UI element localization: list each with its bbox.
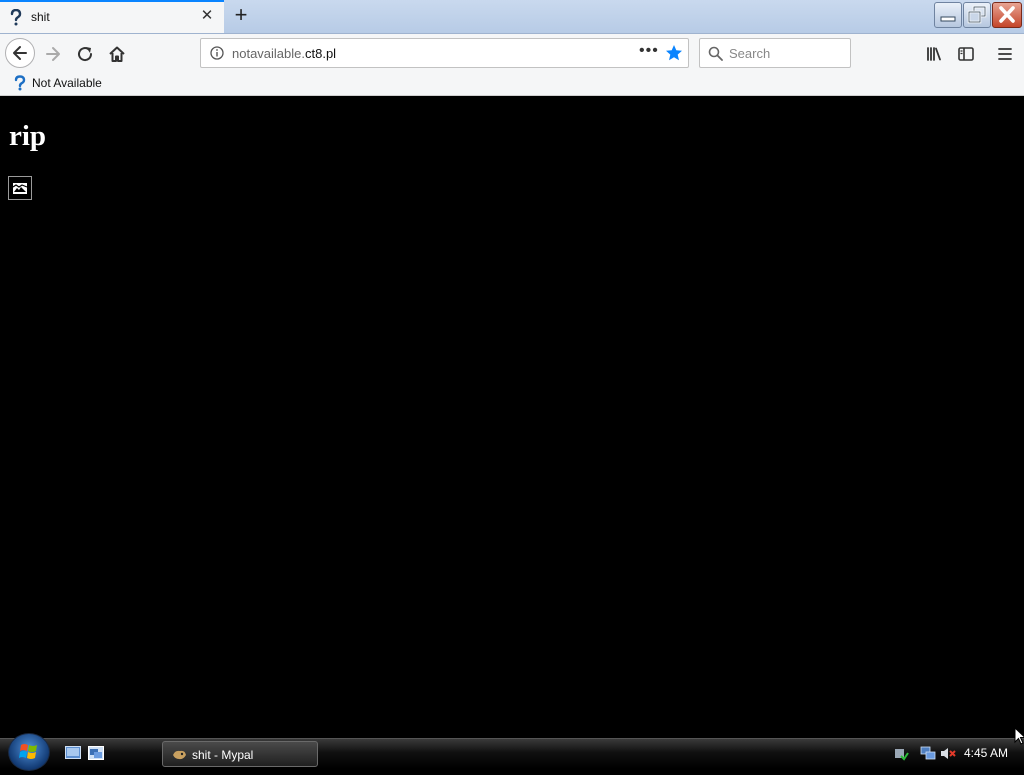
navigation-toolbar: notavailable.ct8.pl ••• — [0, 34, 1024, 72]
switch-windows-icon[interactable] — [88, 746, 104, 760]
title-bar: shit ✕ + — [0, 0, 1024, 34]
back-button[interactable] — [5, 38, 35, 68]
mouse-cursor-icon — [1014, 727, 1024, 745]
forward-arrow-icon — [46, 47, 60, 61]
minimize-button[interactable] — [934, 2, 962, 28]
taskbar-item-mypal[interactable]: shit - Mypal — [162, 741, 318, 767]
url-bar[interactable]: notavailable.ct8.pl ••• — [200, 38, 689, 68]
menu-button[interactable] — [991, 40, 1019, 68]
back-arrow-icon — [13, 46, 27, 60]
close-window-button[interactable] — [992, 2, 1022, 28]
home-icon — [109, 46, 125, 62]
web-page-content: rip — [0, 96, 1024, 738]
url-text[interactable]: notavailable.ct8.pl — [232, 46, 336, 61]
taskbar-item-label: shit - Mypal — [192, 748, 254, 762]
restore-icon — [967, 5, 987, 24]
new-tab-button[interactable]: + — [230, 4, 252, 27]
question-mark-icon — [14, 75, 26, 91]
sidebar-icon — [958, 47, 974, 61]
url-host: ct8.pl — [305, 46, 337, 61]
volume-muted-icon[interactable] — [940, 746, 956, 761]
reload-icon — [78, 47, 93, 62]
window-controls — [934, 2, 1022, 30]
hamburger-menu-icon — [998, 48, 1012, 60]
start-button[interactable] — [8, 733, 50, 771]
question-mark-icon — [10, 9, 22, 26]
taskbar: shit - Mypal 4:45 AM — [0, 733, 1024, 771]
network-icon[interactable] — [920, 746, 936, 761]
bookmark-item[interactable]: Not Available — [13, 74, 102, 92]
bookmark-label: Not Available — [32, 76, 102, 90]
page-heading: rip — [9, 120, 47, 152]
reload-button[interactable] — [71, 40, 99, 68]
library-button[interactable] — [920, 40, 948, 68]
info-icon[interactable] — [210, 46, 224, 60]
minimize-icon — [940, 16, 956, 22]
system-clock[interactable]: 4:45 AM — [964, 746, 1008, 760]
url-prefix: notavailable. — [232, 46, 305, 61]
search-icon — [708, 46, 723, 61]
safely-remove-hardware-icon[interactable] — [893, 746, 909, 761]
close-icon — [999, 6, 1015, 23]
restore-button[interactable] — [963, 2, 991, 28]
close-tab-icon[interactable]: ✕ — [199, 8, 215, 24]
bookmarks-toolbar: Not Available — [0, 72, 1024, 96]
search-box[interactable] — [699, 38, 851, 68]
library-icon — [927, 47, 941, 61]
show-desktop-icon[interactable] — [65, 746, 81, 760]
tab-active[interactable]: shit ✕ — [0, 0, 224, 33]
sidebar-button[interactable] — [952, 40, 980, 68]
home-button[interactable] — [103, 40, 131, 68]
bookmark-star-icon[interactable] — [665, 44, 683, 62]
broken-image-icon — [8, 176, 32, 200]
tab-title: shit — [31, 10, 50, 24]
forward-button[interactable] — [39, 40, 67, 68]
page-actions-button[interactable]: ••• — [639, 42, 659, 60]
search-input[interactable] — [729, 45, 845, 61]
windows-logo-icon — [19, 744, 37, 759]
mypal-icon — [173, 750, 186, 760]
